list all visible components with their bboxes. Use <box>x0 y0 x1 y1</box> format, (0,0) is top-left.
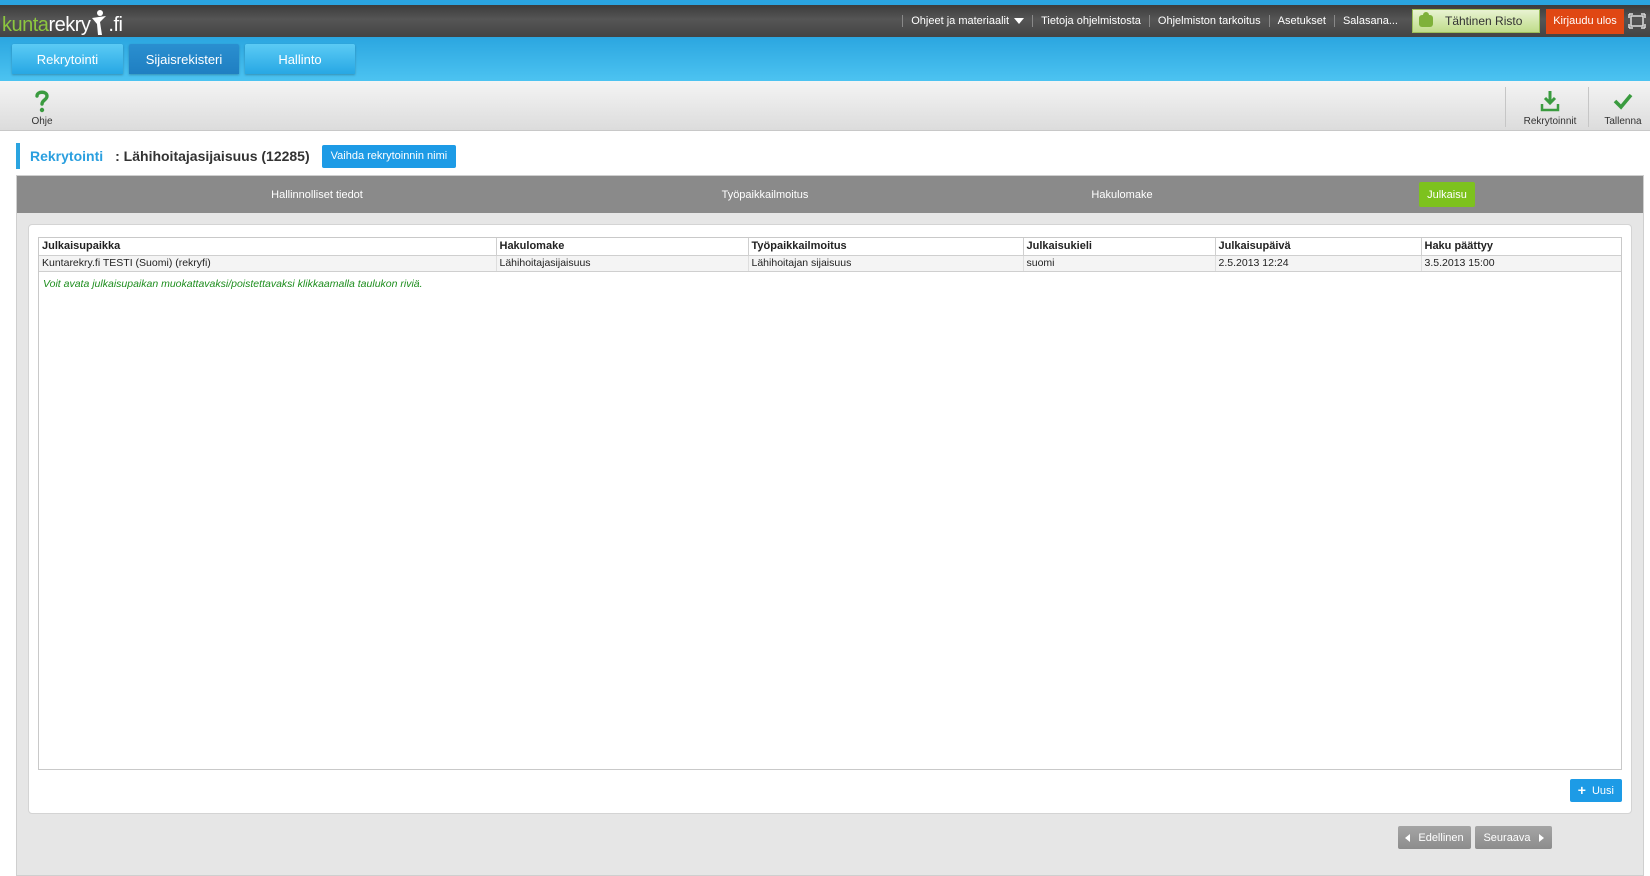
publication-table-container: Julkaisupaikka Hakulomake Työpaikkailmoi… <box>38 237 1622 770</box>
save-label: Tallenna <box>1604 116 1642 127</box>
chevron-right-icon <box>1538 833 1544 842</box>
page-title-row: Rekrytointi : Lähihoitajasijaisuus (1228… <box>16 143 457 169</box>
wizard-steps: Hallinnolliset tiedot Työpaikkailmoitus … <box>17 176 1643 213</box>
toolbar: Ohje Rekrytoinnit Tallenna <box>0 81 1650 131</box>
column-header-hakulomake[interactable]: Hakulomake <box>496 238 749 256</box>
cell-tyopaikkailmoitus: Lähihoitajan sijaisuus <box>748 255 1024 272</box>
settings-link[interactable]: Asetukset <box>1268 15 1334 27</box>
content-card: Julkaisupaikka Hakulomake Työpaikkailmoi… <box>28 224 1632 814</box>
logo-text-kunta: kunta <box>2 14 49 36</box>
help-materials-menu[interactable]: Ohjeet ja materiaalit <box>902 15 1032 27</box>
table-header-row: Julkaisupaikka Hakulomake Työpaikkailmoi… <box>39 238 1621 256</box>
password-link[interactable]: Salasana... <box>1333 15 1406 27</box>
next-label: Seuraava <box>1483 831 1531 844</box>
cell-julkaisupaikka: Kuntarekry.fi TESTI (Suomi) (rekryfi) <box>39 255 497 272</box>
section-label[interactable]: Rekrytointi <box>30 148 103 164</box>
user-icon <box>1419 12 1433 27</box>
previous-button[interactable]: Edellinen <box>1398 826 1471 849</box>
main-navigation: Rekrytointi Sijaisrekisteri Hallinto <box>0 37 1650 81</box>
cell-hakulomake: Lähihoitajasijaisuus <box>496 255 749 272</box>
cell-julkaisupaiva: 2.5.2013 12:24 <box>1215 255 1422 272</box>
user-profile-button[interactable]: Tähtinen Risto <box>1412 9 1540 33</box>
cell-haku-paattyy: 3.5.2013 15:00 <box>1421 255 1621 272</box>
logo-figure-icon <box>91 10 107 37</box>
column-header-julkaisupaikka[interactable]: Julkaisupaikka <box>39 238 497 256</box>
checkmark-icon <box>1613 88 1633 114</box>
publication-table: Julkaisupaikka Hakulomake Työpaikkailmoi… <box>39 238 1621 272</box>
column-header-julkaisukieli[interactable]: Julkaisukieli <box>1023 238 1216 256</box>
top-header-bar: kunta rekry .fi Ohjeet ja materiaalit Tiet… <box>0 0 1650 37</box>
plus-icon: + <box>1577 782 1586 798</box>
top-navigation: Ohjeet ja materiaalit Tietoja ohjelmisto… <box>902 5 1650 37</box>
page-title: : Lähihoitajasijaisuus (12285) <box>115 148 310 164</box>
help-label: Ohje <box>31 116 53 127</box>
download-icon <box>1540 88 1560 114</box>
software-purpose-link[interactable]: Ohjelmiston tarkoitus <box>1148 15 1269 27</box>
help-button[interactable]: Ohje <box>22 81 62 131</box>
column-header-julkaisupaiva[interactable]: Julkaisupäivä <box>1215 238 1422 256</box>
step-julkaisu[interactable]: Julkaisu <box>1419 182 1475 207</box>
tab-rekrytointi[interactable]: Rekrytointi <box>12 44 123 74</box>
toolbar-divider <box>1588 87 1589 127</box>
step-hallinnolliset-tiedot[interactable]: Hallinnolliset tiedot <box>217 176 417 213</box>
add-new-button[interactable]: + Uusi <box>1569 779 1622 802</box>
next-button[interactable]: Seuraava <box>1475 826 1552 849</box>
user-name: Tähtinen Risto <box>1445 14 1523 28</box>
tab-sijaisrekisteri[interactable]: Sijaisrekisteri <box>129 44 239 74</box>
column-header-haku-paattyy[interactable]: Haku päättyy <box>1421 238 1621 256</box>
toolbar-divider <box>1505 87 1506 127</box>
previous-label: Edellinen <box>1418 831 1464 844</box>
cell-julkaisukieli: suomi <box>1023 255 1216 272</box>
add-new-label: Uusi <box>1591 784 1614 797</box>
question-mark-icon <box>34 88 50 114</box>
help-materials-label: Ohjeet ja materiaalit <box>911 15 1010 27</box>
main-panel: Hallinnolliset tiedot Työpaikkailmoitus … <box>16 175 1644 876</box>
logo-text-fi: .fi <box>108 14 123 36</box>
save-button[interactable]: Tallenna <box>1596 81 1650 131</box>
recruitments-label: Rekrytoinnit <box>1523 116 1577 127</box>
logo-text-rekry: rekry <box>48 14 91 36</box>
about-software-link[interactable]: Tietoja ohjelmistosta <box>1032 15 1149 27</box>
step-hakulomake[interactable]: Hakulomake <box>1047 176 1197 213</box>
step-tyopaikkailmoitus[interactable]: Työpaikkailmoitus <box>665 176 865 213</box>
logout-button[interactable]: Kirjaudu ulos <box>1546 8 1624 34</box>
chevron-left-icon <box>1405 833 1411 842</box>
kuntarekry-logo[interactable]: kunta rekry .fi <box>2 7 123 37</box>
table-hint-text: Voit avata julkaisupaikan muokattavaksi/… <box>43 277 423 290</box>
fullscreen-icon[interactable] <box>1624 5 1650 37</box>
recruitments-button[interactable]: Rekrytoinnit <box>1515 81 1585 131</box>
table-row[interactable]: Kuntarekry.fi TESTI (Suomi) (rekryfi) Lä… <box>39 255 1621 272</box>
tab-hallinto[interactable]: Hallinto <box>245 44 355 74</box>
column-header-tyopaikkailmoitus[interactable]: Työpaikkailmoitus <box>748 238 1024 256</box>
rename-recruitment-button[interactable]: Vaihda rekrytoinnin nimi <box>321 144 457 168</box>
chevron-down-icon <box>1014 18 1025 25</box>
